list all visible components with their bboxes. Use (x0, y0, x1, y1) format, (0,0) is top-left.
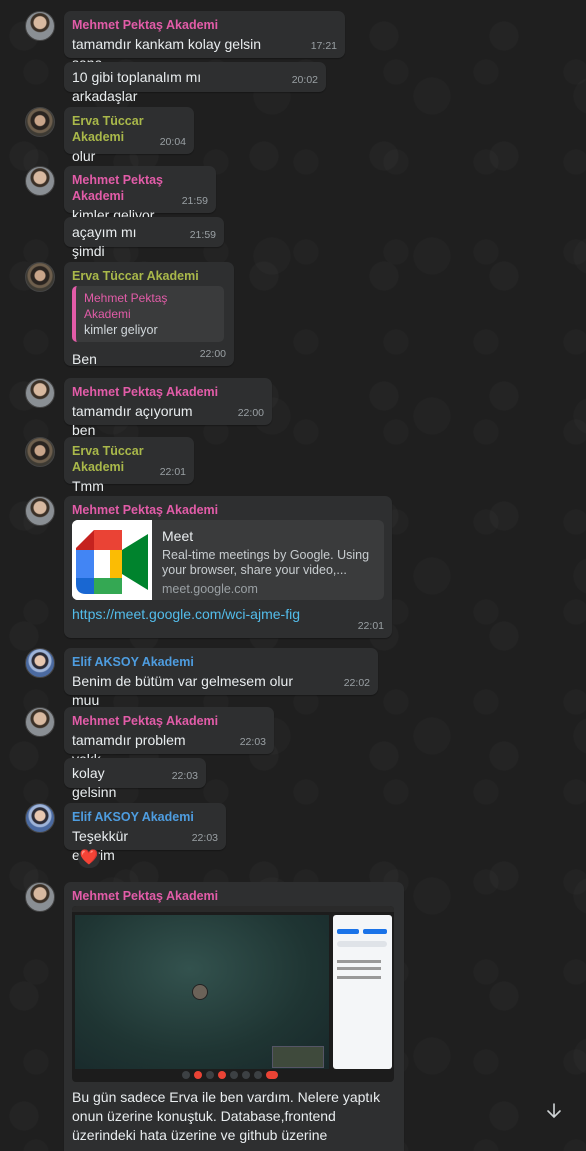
sender-name[interactable]: Mehmet Pektaş Akademi (72, 888, 396, 904)
message-caption: Bu gün sadece Erva ile ben vardım. Neler… (72, 1089, 381, 1143)
message-list[interactable]: Mehmet Pektaş Akademi tamamdır kankam ko… (0, 0, 586, 1151)
message-text: 10 gibi toplanalım mı arkadaşlar (72, 69, 202, 104)
reaction-badge[interactable]: ❤️ (78, 848, 100, 868)
google-meet-logo-icon (72, 520, 152, 600)
message-time: 22:00 (199, 348, 226, 360)
avatar-erva[interactable] (25, 107, 55, 137)
avatar-erva[interactable] (25, 262, 55, 292)
message-time: 17:21 (310, 40, 337, 52)
avatar-elif[interactable] (25, 803, 55, 833)
message-time: 22:03 (239, 736, 266, 748)
message-bubble[interactable]: Mehmet Pektaş Akademi tamamdır açıyorum … (64, 378, 272, 438)
sender-name[interactable]: Elif AKSOY Akademi (72, 809, 218, 825)
message-text: Tmm (72, 478, 104, 494)
message-time: 22:01 (357, 620, 384, 632)
quoted-text: kimler geliyor (84, 323, 158, 337)
message-text: açayım mı şimdi (72, 224, 137, 259)
heart-reaction-icon: ❤️ (79, 849, 99, 866)
image-call-controls (182, 1071, 292, 1079)
quoted-message[interactable]: Mehmet Pektaş Akademi kimler geliyor (72, 286, 224, 342)
avatar-mehmet[interactable] (25, 882, 55, 912)
image-browser-bar (72, 906, 394, 912)
image-self-view (272, 1046, 324, 1068)
message-bubble[interactable]: Elif AKSOY Akademi Teşekkür ederim 22:03 (64, 803, 226, 863)
link-title: Meet (162, 528, 194, 544)
message-time: 22:03 (171, 770, 198, 782)
message-text: Benim de bütüm var gelmesem olur muu (72, 673, 293, 708)
sender-name[interactable]: Mehmet Pektaş Akademi (72, 502, 384, 518)
sender-name[interactable]: Mehmet Pektaş Akademi (72, 384, 264, 400)
message-text: Ben (72, 351, 97, 367)
sender-name[interactable]: Elif AKSOY Akademi (72, 654, 370, 670)
sender-name[interactable]: Erva Tüccar Akademi (72, 268, 226, 284)
message-time: 22:00 (237, 407, 264, 419)
avatar-elif[interactable] (25, 648, 55, 678)
message-text: kolay gelsinn (72, 765, 117, 800)
image-participant-avatar (192, 984, 208, 1000)
sender-name[interactable]: Mehmet Pektaş Akademi (72, 17, 337, 33)
message-time: 20:04 (159, 136, 186, 148)
message-time: 22:03 (191, 832, 218, 844)
message-bubble[interactable]: Erva Tüccar Akademi Tmm 22:01 (64, 437, 194, 494)
message-bubble[interactable]: Mehmet Pektaş Akademi Meet Real-time mee… (64, 496, 392, 638)
sender-name[interactable]: Mehmet Pektaş Akademi (72, 713, 266, 729)
message-time: 22:02 (343, 677, 370, 689)
message-time: 21:59 (189, 229, 216, 241)
avatar-erva[interactable] (25, 437, 55, 467)
message-time: 21:59 (181, 195, 208, 207)
avatar-mehmet[interactable] (25, 707, 55, 737)
message-bubble[interactable]: açayım mı şimdi 21:59 (64, 217, 224, 259)
message-text: olur (72, 148, 96, 164)
arrow-down-icon[interactable] (544, 1101, 564, 1121)
avatar-mehmet[interactable] (25, 11, 55, 41)
message-bubble[interactable]: Elif AKSOY Akademi Benim de bütüm var ge… (64, 648, 378, 708)
meet-link[interactable]: https://meet.google.com/wci-ajme-fig (72, 606, 300, 622)
message-bubble[interactable]: Mehmet Pektaş Akademi Bu gün sadece Erva… (64, 882, 404, 1151)
message-bubble[interactable]: kolay gelsinn 22:03 (64, 758, 206, 800)
message-bubble[interactable]: Mehmet Pektaş Akademi kimler geliyor 21:… (64, 166, 216, 223)
message-bubble[interactable]: 10 gibi toplanalım mı arkadaşlar 20:02 (64, 62, 326, 104)
message-bubble[interactable]: Erva Tüccar Akademi olur 20:04 (64, 107, 194, 164)
message-time: 22:01 (159, 466, 186, 478)
quoted-sender: Mehmet Pektaş Akademi (84, 291, 168, 321)
avatar-mehmet[interactable] (25, 378, 55, 408)
link-preview-card[interactable]: Meet Real-time meetings by Google. Using… (72, 520, 384, 600)
message-bubble[interactable]: Erva Tüccar Akademi Mehmet Pektaş Akadem… (64, 262, 234, 367)
avatar-mehmet[interactable] (25, 496, 55, 526)
link-description: Real-time meetings by Google. Using your… (162, 548, 370, 577)
message-bubble[interactable]: Mehmet Pektaş Akademi tamamdır problem y… (64, 707, 274, 767)
message-text: tamamdır açıyorum ben (72, 403, 193, 438)
image-side-panel (333, 915, 392, 1069)
avatar-mehmet[interactable] (25, 166, 55, 196)
meeting-screenshot-image[interactable] (72, 906, 394, 1082)
message-bubble[interactable]: Mehmet Pektaş Akademi tamamdır kankam ko… (64, 11, 345, 71)
link-domain: meet.google.com (162, 582, 258, 596)
message-time: 20:02 (291, 74, 318, 86)
